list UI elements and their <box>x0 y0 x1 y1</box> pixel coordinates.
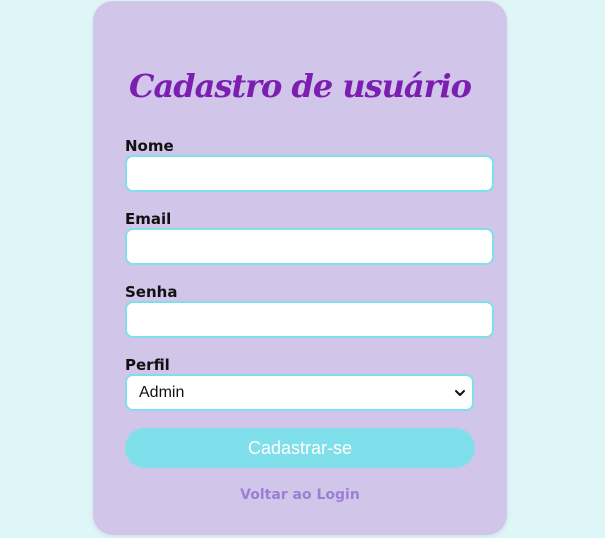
password-label: Senha <box>125 283 178 301</box>
name-input[interactable] <box>125 155 494 192</box>
back-to-login-link[interactable]: Voltar ao Login <box>93 487 507 503</box>
email-label: Email <box>125 210 172 228</box>
email-input[interactable] <box>125 228 494 265</box>
profile-label: Perfil <box>125 356 170 374</box>
page-title: Cadastro de usuário <box>129 67 472 105</box>
signup-button[interactable]: Cadastrar-se <box>125 428 475 468</box>
chevron-down-icon <box>454 387 466 399</box>
signup-card: Cadastro de usuário Nome Email Senha Per… <box>93 1 507 535</box>
profile-select[interactable]: Admin <box>125 374 474 411</box>
name-label: Nome <box>125 137 174 155</box>
password-input[interactable] <box>125 301 494 338</box>
profile-selected-value: Admin <box>139 383 185 401</box>
